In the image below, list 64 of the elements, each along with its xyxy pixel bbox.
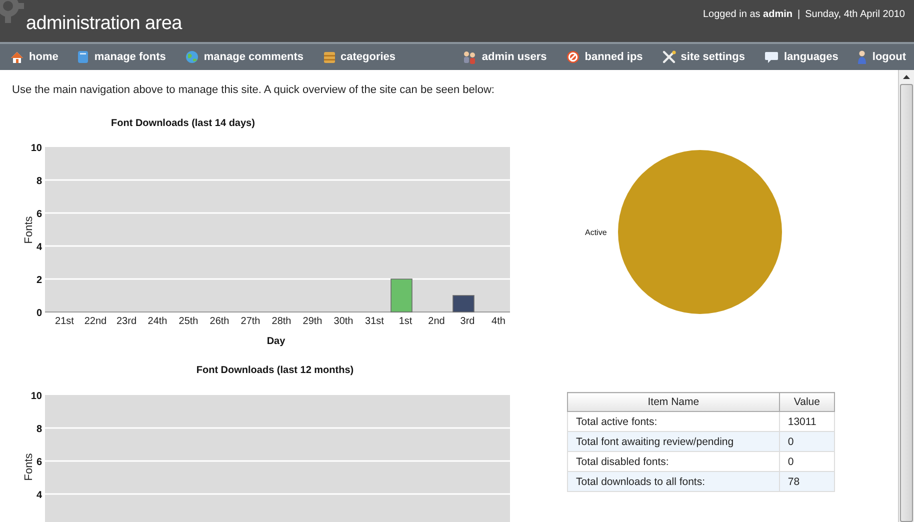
nav-link[interactable]: logout bbox=[857, 50, 906, 64]
axis-tick-label: 25th bbox=[178, 316, 198, 327]
axis-tick-label: 10 bbox=[30, 143, 42, 154]
login-status: Logged in as admin bbox=[702, 9, 792, 20]
nav-link[interactable]: home bbox=[10, 50, 58, 64]
axis-tick-label: 31st bbox=[365, 316, 384, 327]
nav-link[interactable]: manage fonts bbox=[77, 50, 166, 64]
axis-tick-label: 21st bbox=[55, 316, 74, 327]
nav-link[interactable]: admin users bbox=[462, 50, 547, 64]
axis-tick-label: 23rd bbox=[116, 316, 136, 327]
nav-link[interactable]: manage comments bbox=[184, 50, 304, 64]
ban-icon bbox=[566, 50, 580, 64]
axis-tick-label: 27th bbox=[240, 316, 260, 327]
table-cell: 0 bbox=[779, 432, 834, 452]
site-title: administration area bbox=[26, 13, 182, 35]
axis-title: Fonts bbox=[23, 453, 35, 481]
axis-tick-label: 4 bbox=[36, 242, 42, 253]
document-icon bbox=[77, 50, 90, 64]
nav-link[interactable]: languages bbox=[764, 50, 838, 64]
separator-text: | bbox=[798, 9, 800, 20]
column-header: Item Name bbox=[568, 392, 780, 412]
axis-tick-label: 6 bbox=[36, 209, 42, 220]
axis-tick-label: 24th bbox=[148, 316, 168, 327]
globe-icon bbox=[184, 50, 199, 64]
person-icon bbox=[857, 50, 868, 64]
column-header: Value bbox=[779, 392, 834, 412]
table-cell: 78 bbox=[779, 472, 834, 492]
nav-link[interactable]: site settings bbox=[662, 50, 745, 64]
axis-tick-label: 4th bbox=[492, 316, 506, 327]
axis-tick-label: 6 bbox=[36, 457, 42, 468]
box-icon bbox=[322, 50, 336, 64]
axis-tick-label: 4 bbox=[36, 490, 42, 501]
current-date: Sunday, 4th April 2010 bbox=[805, 9, 905, 20]
tools-icon bbox=[662, 50, 676, 64]
speech-bubble-icon bbox=[764, 50, 779, 64]
axis-tick-label: 30th bbox=[334, 316, 354, 327]
axis-tick-label: 2nd bbox=[428, 316, 445, 327]
axis-title: Fonts bbox=[23, 216, 35, 244]
axis-tick-label: 1st bbox=[398, 316, 412, 327]
axis-tick-label: 8 bbox=[36, 176, 42, 187]
axis-tick-label: 29th bbox=[302, 316, 322, 327]
nav-link[interactable]: banned ips bbox=[566, 50, 643, 64]
up-arrow-icon bbox=[903, 75, 910, 79]
axis-tick-label: 22nd bbox=[84, 316, 107, 327]
scrollbar[interactable] bbox=[898, 70, 914, 522]
bar bbox=[390, 278, 412, 312]
slice-label: Active bbox=[585, 228, 607, 237]
axis-tick-label: 26th bbox=[210, 316, 230, 327]
axis-tick-label: 10 bbox=[30, 391, 42, 402]
axis-tick-label: 8 bbox=[36, 424, 42, 435]
table-cell: Total downloads to all fonts: bbox=[568, 472, 780, 492]
table-cell: Total font awaiting review/pending bbox=[568, 432, 780, 452]
axis-tick-label: 2 bbox=[36, 275, 42, 286]
chart-title: Font Downloads (last 14 days) bbox=[111, 118, 255, 129]
intro-text: Use the main navigation above to manage this site. A quick overview of the site can be seen below: bbox=[12, 84, 496, 96]
axis-tick-label: 0 bbox=[36, 308, 42, 319]
users-icon bbox=[462, 50, 477, 64]
nav-link[interactable]: categories bbox=[322, 50, 396, 64]
axis-tick-label: 3rd bbox=[460, 316, 475, 327]
bar bbox=[452, 295, 474, 312]
axis-tick-label: 28th bbox=[272, 316, 292, 327]
axis-title: Day bbox=[266, 336, 286, 347]
chart-title: Font Downloads (last 12 months) bbox=[196, 365, 354, 376]
house-icon bbox=[10, 50, 24, 64]
